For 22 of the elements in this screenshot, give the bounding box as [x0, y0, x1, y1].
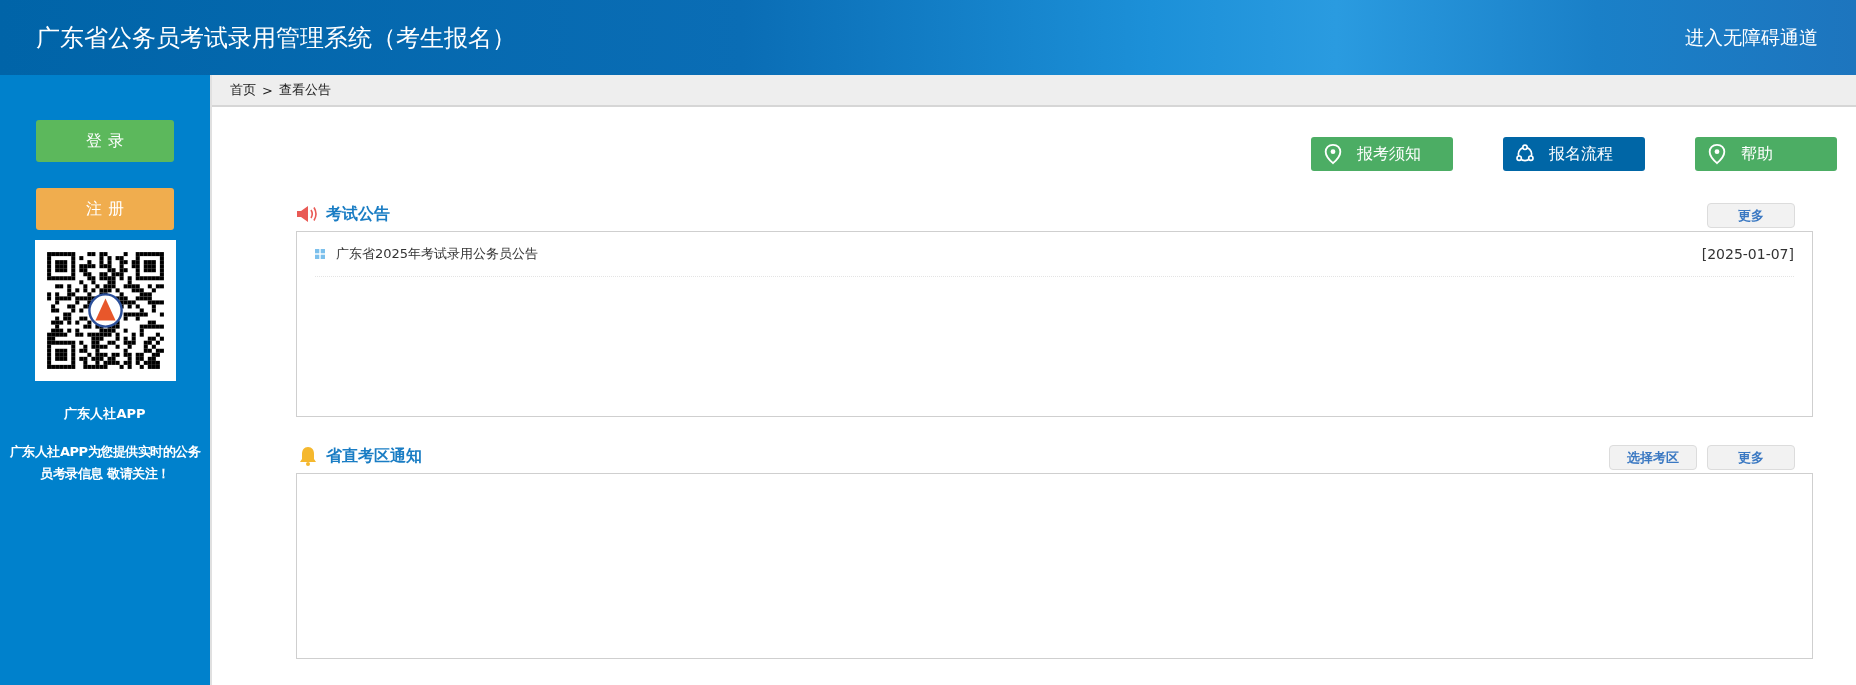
section-title: 考试公告: [326, 203, 390, 225]
system-title: 广东省公务员考试录用管理系统（考生报名）: [36, 22, 516, 54]
app-name: 广东人社APP: [64, 405, 146, 423]
location-pin-icon: [1323, 143, 1343, 165]
breadcrumb-link[interactable]: 查看公告: [278, 81, 331, 99]
accessibility-link[interactable]: 进入无障碍通道: [1685, 24, 1818, 51]
section-action-button[interactable]: 选择考区: [1609, 445, 1697, 470]
section-action-button[interactable]: 更多: [1707, 203, 1795, 228]
breadcrumb-link[interactable]: 首页: [230, 81, 256, 99]
quick-link-button[interactable]: 报考须知: [1311, 137, 1453, 171]
section-action-button[interactable]: 更多: [1707, 445, 1795, 470]
notice-date: [2025-01-07]: [1701, 246, 1794, 262]
app-description: 广东人社APP为您提供实时的公务员考录信息 敬请关注！: [8, 443, 202, 483]
notice-link[interactable]: 广东省2025年考试录用公务员公告: [336, 245, 539, 263]
location-pin-icon: [1707, 143, 1727, 165]
grid-icon: [315, 249, 325, 259]
breadcrumb-separator: >: [262, 82, 273, 98]
quick-link-button[interactable]: 报名流程: [1503, 137, 1645, 171]
section-title: 省直考区通知: [326, 445, 422, 467]
quick-link-button[interactable]: 帮助: [1695, 137, 1837, 171]
login-button[interactable]: 登 录: [36, 120, 174, 162]
speaker-icon: [296, 204, 320, 224]
